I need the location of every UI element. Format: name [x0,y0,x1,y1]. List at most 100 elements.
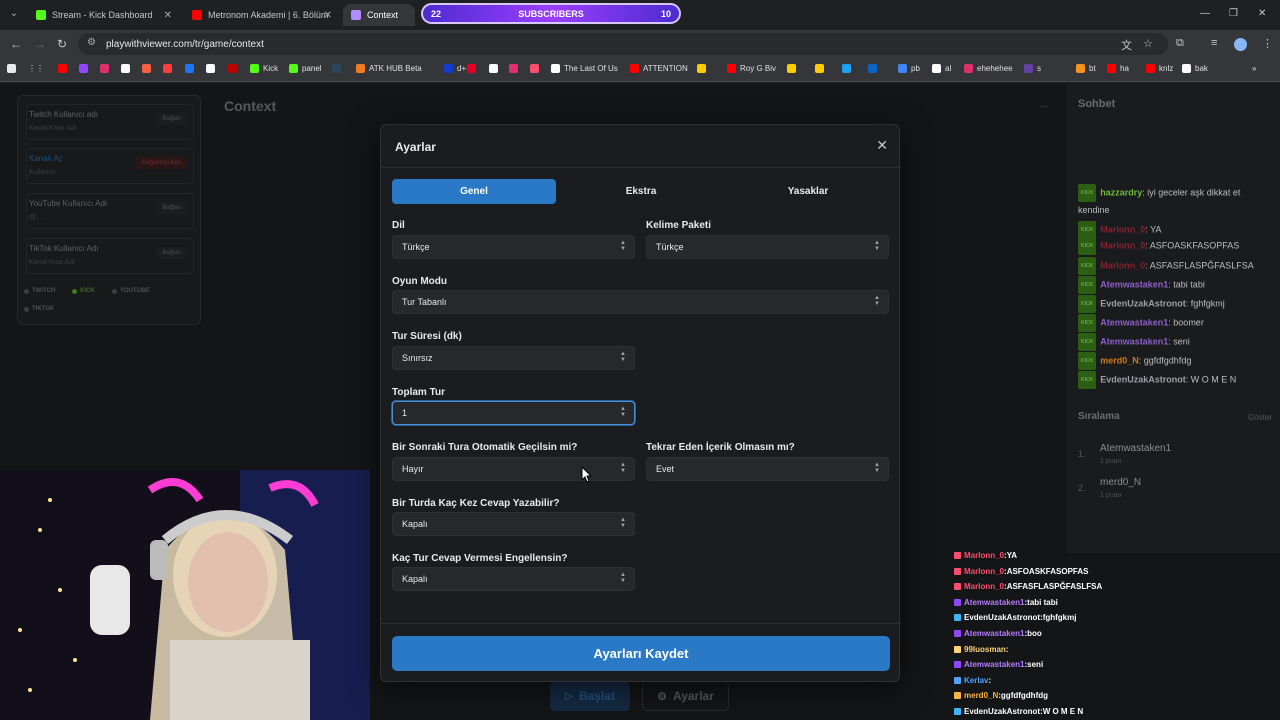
select-value: Tur Tabanlı [402,297,447,307]
round-duration-select[interactable]: Sınırsız ▲ ▼ [392,346,635,370]
bookmark-item[interactable] [332,64,345,73]
language-select[interactable]: Türkçe ▲ ▼ [392,235,635,259]
tab-kick-dashboard[interactable]: Stream - Kick Dashboard ✕ [28,4,180,26]
bookmark-item[interactable]: al [932,64,951,73]
bookmark-manager-icon[interactable] [7,64,20,73]
game-mode-select[interactable]: Tur Tabanlı ▲ ▼ [392,290,889,314]
maximize-icon[interactable]: ❐ [1229,8,1238,19]
bookmark-item[interactable]: ATK HUB Beta [356,64,422,73]
bookmark-item[interactable]: ha [1107,64,1129,73]
bookmark-item[interactable] [163,64,176,73]
bookmark-item[interactable] [100,64,113,73]
platform-badge-icon [954,567,961,575]
window-close-icon[interactable]: ✕ [1258,8,1266,19]
bookmark-item[interactable] [121,64,134,73]
bookmark-item[interactable] [228,64,241,73]
chat-username: EvdenUzakAstronot [1100,298,1186,309]
overlay-username: Atemwastaken1 [964,660,1025,670]
bookmark-item[interactable]: pb [898,64,920,73]
select-value: Kapalı [402,574,428,584]
bookmark-item[interactable] [142,64,155,73]
address-bar[interactable]: ⚙ playwithviewer.com/tr/game/context [78,33,1168,55]
start-button[interactable]: ▷ Başlat [550,681,630,711]
translate-icon[interactable]: 文 [1121,37,1132,53]
bookmark-item[interactable] [842,64,855,73]
answers-per-round-select[interactable]: Kapalı ▲ ▼ [392,512,635,536]
auto-next-select[interactable]: Hayır ▲ ▼ [392,457,635,481]
bookmark-item[interactable]: panel [289,64,322,73]
overlay-chat-message: Kerlav : [954,676,991,685]
close-tab-icon[interactable]: ✕ [324,10,332,21]
arrow-left-icon[interactable]: ← [1038,97,1051,112]
apps-grid-icon[interactable]: ⋮⋮ [28,64,44,73]
connect-button[interactable]: Bağlan [156,247,187,259]
word-pack-select[interactable]: Türkçe ▲ ▼ [646,235,889,259]
bookmark-item[interactable]: bak [1182,64,1208,73]
overlay-username: Atemwastaken1 [964,597,1025,607]
bookmark-item[interactable] [206,64,219,73]
bookmark-item[interactable] [79,64,92,73]
tab-genel[interactable]: Genel [392,179,556,204]
chat-message: KICK EvdenUzakAstronot: fghfgkmj [1078,295,1274,313]
menu-icon[interactable]: ⋮ [1262,37,1273,50]
bookmark-item[interactable] [489,64,502,73]
tab-metronom[interactable]: Metronom Akademi | 6. Bölüm ✕ [184,4,340,26]
bookmark-item[interactable]: s [1024,64,1041,73]
extensions-icon[interactable]: ⧉ [1176,37,1184,50]
overlay-username: EvdenUzakAstronot [964,707,1041,716]
stepper-arrows-icon[interactable]: ▲ ▼ [620,406,626,418]
reading-list-icon[interactable]: ≡ [1211,37,1217,49]
tab-ekstra[interactable]: Ekstra [559,179,723,204]
bookmark-item[interactable] [509,64,522,73]
tab-yasaklar[interactable]: Yasaklar [726,179,890,204]
tab-context[interactable]: Context [343,4,415,26]
total-rounds-input[interactable]: 1 ▲ ▼ [392,401,635,425]
connection-label: Kanalı Aç [29,154,63,163]
overlay-separator: : [988,675,992,685]
bookmark-item[interactable] [530,64,543,73]
reload-icon[interactable]: ↻ [57,37,67,51]
bookmark-favicon-icon [868,64,877,73]
chat-panel: Sohbet KICK hazzardry: iyi geceler aşk di… [1067,83,1280,553]
bookmark-favicon-icon [142,64,151,73]
bookmark-item[interactable] [787,64,800,73]
bookmark-item[interactable]: d+ [444,64,466,73]
forward-icon[interactable]: → [34,37,46,51]
bookmark-item[interactable] [815,64,828,73]
back-icon[interactable]: ← [10,37,22,51]
connect-button[interactable]: Bağlan [156,113,187,125]
settings-button[interactable]: ⚙ Ayarlar [642,681,729,711]
profile-avatar[interactable] [1234,38,1247,51]
start-label: Başlat [578,689,615,703]
bookmark-item[interactable] [868,64,881,73]
bookmark-item[interactable]: Kick [250,64,278,73]
bookmark-star-icon[interactable]: ☆ [1143,37,1153,50]
bookmark-label: knlz [1159,64,1174,73]
bookmark-item[interactable] [185,64,198,73]
bookmark-item[interactable]: knlz [1146,64,1173,73]
bookmark-item[interactable] [697,64,710,73]
close-icon[interactable]: ✕ [876,137,888,154]
save-settings-button[interactable]: Ayarları Kaydet [392,636,890,671]
bookmark-favicon-icon [100,64,109,73]
bookmark-item[interactable]: bt [1076,64,1096,73]
site-info-icon[interactable]: ⚙ [87,37,96,48]
bookmark-item[interactable]: ATTENTION [630,64,688,73]
bookmark-item[interactable]: The Last Of Us [551,64,618,73]
tab-search-button[interactable]: ⌄ [5,5,23,23]
bookmark-item[interactable]: ehehehee [964,64,1013,73]
bookmark-item[interactable] [467,64,480,73]
no-repeat-select[interactable]: Evet ▲ ▼ [646,457,889,481]
disconnect-button[interactable]: Bağlantıyı Kes [136,157,187,169]
close-tab-icon[interactable]: ✕ [164,10,172,21]
more-bookmarks-icon[interactable]: » [1252,64,1256,73]
select-value: Evet [656,464,675,474]
bookmark-item[interactable]: Roy G Biv [727,64,776,73]
bookmark-item[interactable] [58,64,71,73]
bookmark-favicon-icon [489,64,498,73]
connect-button[interactable]: Bağlan [156,202,187,214]
ranking-show-button[interactable]: Göster [1248,413,1272,422]
minimize-icon[interactable]: — [1200,8,1210,19]
overlay-text: ASFOASKFASOPFAS [1006,566,1089,576]
block-rounds-select[interactable]: Kapalı ▲ ▼ [392,567,635,591]
